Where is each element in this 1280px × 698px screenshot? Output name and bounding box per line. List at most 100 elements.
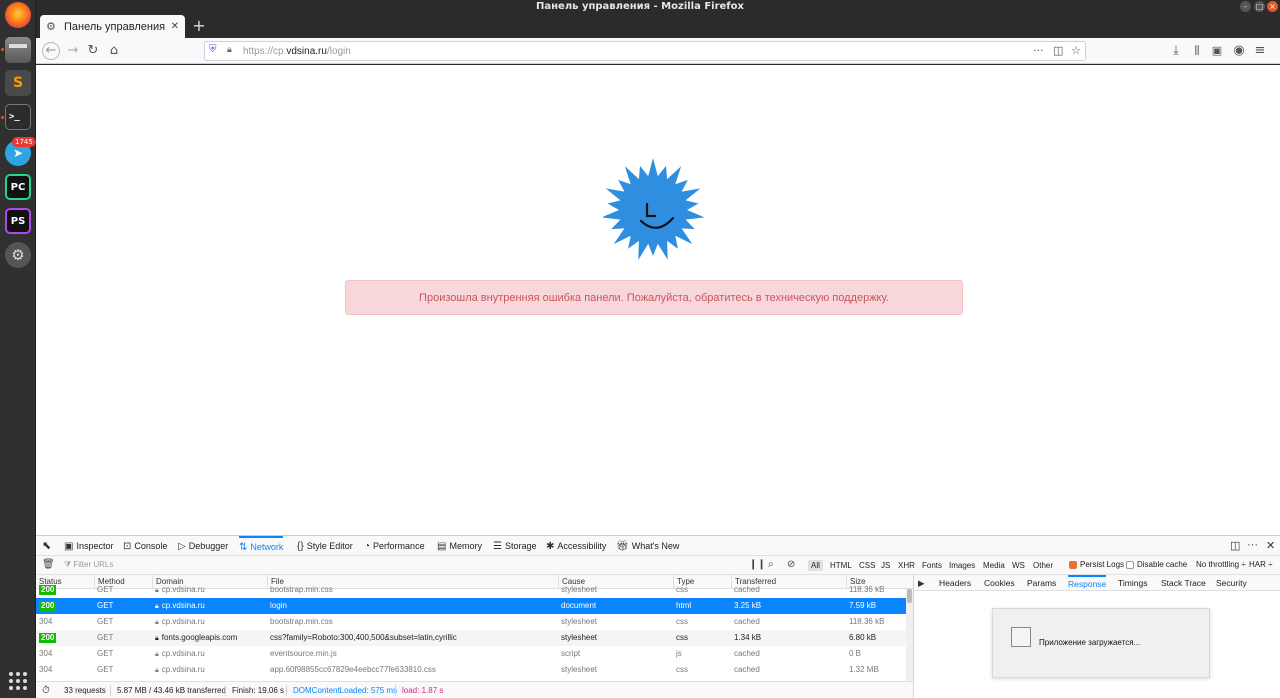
tab-network[interactable]: ⇅ Network xyxy=(239,536,284,556)
lock-icon[interactable]: 🔒︎ xyxy=(227,45,232,55)
search-icon[interactable]: ⌕ xyxy=(768,559,774,570)
table-row[interactable]: 304 GET 🔒︎ cp.vdsina.ru app.60f98855cc67829e… xyxy=(36,662,906,678)
tab-security[interactable]: Security xyxy=(1216,575,1247,591)
filter-all[interactable]: All xyxy=(808,560,823,571)
new-tab-button[interactable]: + xyxy=(190,16,208,36)
toggle-panel-icon[interactable]: ▶ xyxy=(918,575,925,591)
reload-button[interactable]: ↻ xyxy=(84,42,102,60)
page-actions-icon[interactable]: ··· xyxy=(1033,44,1044,57)
tab-timings[interactable]: Timings xyxy=(1118,575,1147,591)
cell-file: eventsource.min.js xyxy=(270,649,337,658)
menu-icon[interactable]: ≡ xyxy=(1251,42,1269,60)
navigation-toolbar: ← → ↻ ⌂ ⛨ 🔒︎ https://cp.vdsina.ru/login … xyxy=(36,38,1280,64)
maximize-button[interactable]: □ xyxy=(1254,1,1265,12)
tab-console[interactable]: ⊡ Console xyxy=(123,536,167,556)
tab-storage[interactable]: ☰ Storage xyxy=(493,536,537,556)
tab-active[interactable]: ⚙ Панель управления ✕ xyxy=(40,15,185,38)
table-row[interactable]: 304 GET 🔒︎ cp.vdsina.ru bootstrap.min.css sty… xyxy=(36,614,906,630)
back-button[interactable]: ← xyxy=(42,42,60,60)
lock-icon: 🔒︎ xyxy=(155,587,159,594)
account-icon[interactable]: ◉ xyxy=(1230,42,1248,60)
library-icon[interactable]: ⫼ xyxy=(1188,42,1206,60)
filter-media[interactable]: Media xyxy=(980,560,1008,571)
filter-ws[interactable]: WS xyxy=(1009,560,1028,571)
url-text[interactable]: https://cp.vdsina.ru/login xyxy=(243,45,351,58)
inspector-icon: ▣ xyxy=(64,541,74,552)
settings-icon[interactable]: ⚙ xyxy=(5,242,31,268)
status-badge: 200 xyxy=(39,633,57,643)
tab-stack-trace[interactable]: Stack Trace xyxy=(1161,575,1206,591)
pycharm-icon[interactable]: PC xyxy=(5,174,31,200)
persist-logs-checkbox[interactable]: Persist Logs xyxy=(1069,560,1124,569)
filter-other[interactable]: Other xyxy=(1030,560,1056,571)
cell-transferred: cached xyxy=(734,585,760,594)
cell-file: css?family=Roboto:300,400,500&subset=lat… xyxy=(270,633,457,642)
url-bar[interactable]: ⛨ 🔒︎ https://cp.vdsina.ru/login ··· ◫ ☆ xyxy=(204,41,1086,61)
filter-js[interactable]: JS xyxy=(878,560,893,571)
status-badge: 200 xyxy=(39,601,57,611)
filter-html[interactable]: HTML xyxy=(827,560,855,571)
network-filter-bar: 🗑︎ ⧩ Filter URLs ❙❙ ⌕ ⊘ All HTML CSS JS … xyxy=(36,556,1280,575)
cell-size: 118.36 kB xyxy=(849,617,885,626)
table-row[interactable]: 200 GET 🔒︎ cp.vdsina.ru bootstrap.min.css sty… xyxy=(36,582,906,598)
tracking-protection-icon[interactable]: ⛨ xyxy=(209,44,217,55)
show-applications-icon[interactable] xyxy=(9,672,27,690)
style-editor-icon: {} xyxy=(297,541,304,552)
cell-transferred: cached xyxy=(734,665,760,674)
filter-images[interactable]: Images xyxy=(946,560,978,571)
tab-accessibility[interactable]: ✱ Accessibility xyxy=(546,536,606,556)
tab-debugger[interactable]: ▷ Debugger xyxy=(178,536,228,556)
tab-memory[interactable]: ▤ Memory xyxy=(437,536,482,556)
lock-icon: 🔒︎ xyxy=(155,603,159,610)
block-icon[interactable]: ⊘ xyxy=(787,559,795,570)
filter-css[interactable]: CSS xyxy=(856,560,878,571)
cell-domain: 🔒︎ cp.vdsina.ru xyxy=(155,665,205,674)
devtools-menu-icon[interactable]: ··· xyxy=(1247,539,1258,551)
dock-side-icon[interactable]: ◫ xyxy=(1230,539,1240,552)
firefox-icon[interactable] xyxy=(5,2,31,28)
pause-icon[interactable]: ❙❙ xyxy=(749,559,766,570)
sidebar-icon[interactable]: ▣ xyxy=(1208,42,1226,60)
scrollbar-thumb[interactable] xyxy=(907,589,912,603)
table-row[interactable]: 200 GET 🔒︎ fonts.googleapis.com css?family=R… xyxy=(36,630,906,646)
filter-xhr[interactable]: XHR xyxy=(895,560,918,571)
window-close-button[interactable]: × xyxy=(1267,1,1278,12)
home-button[interactable]: ⌂ xyxy=(105,42,123,60)
tab-performance[interactable]: ◔ Performance xyxy=(364,536,425,556)
table-row[interactable]: 200 GET 🔒︎ cp.vdsina.ru login document html 3.2… xyxy=(36,598,906,614)
tab-response[interactable]: Response xyxy=(1068,575,1107,591)
tab-whats-new[interactable]: 🎁︎ What's New xyxy=(616,536,679,556)
tab-style-editor[interactable]: {} Style Editor xyxy=(297,536,353,556)
table-row[interactable]: 304 GET 🔒︎ cp.vdsina.ru eventsource.min.js sc… xyxy=(36,646,906,662)
har-menu[interactable]: HAR ÷ xyxy=(1249,560,1273,569)
sublime-text-icon[interactable]: S xyxy=(5,70,31,96)
cell-domain: 🔒︎ fonts.googleapis.com xyxy=(155,633,238,642)
clear-log-icon[interactable]: 🗑︎ xyxy=(42,559,55,570)
forward-button[interactable]: → xyxy=(64,42,82,60)
phpstorm-icon[interactable]: PS xyxy=(5,208,31,234)
files-icon[interactable] xyxy=(5,37,31,63)
stopwatch-icon[interactable]: ⏱ xyxy=(42,682,50,698)
cell-transferred: cached xyxy=(734,649,760,658)
filter-urls-input[interactable]: ⧩ Filter URLs xyxy=(64,560,113,570)
tab-cookies[interactable]: Cookies xyxy=(984,575,1015,591)
tab-inspector[interactable]: ▣ Inspector xyxy=(64,536,113,556)
filter-fonts[interactable]: Fonts xyxy=(919,560,945,571)
bookmark-star-icon[interactable]: ☆ xyxy=(1071,44,1081,57)
lock-icon: 🔒︎ xyxy=(155,635,159,642)
tab-params[interactable]: Params xyxy=(1027,575,1056,591)
terminal-icon[interactable]: >_ xyxy=(5,104,31,130)
downloads-icon[interactable]: ⤓ xyxy=(1167,42,1185,60)
telegram-badge: 1745 xyxy=(12,137,36,147)
pocket-icon[interactable]: ◫ xyxy=(1053,44,1063,57)
table-scrollbar[interactable] xyxy=(906,589,913,681)
throttling-select[interactable]: No throttling ÷ xyxy=(1196,560,1246,569)
loading-text: Приложение загружается... xyxy=(1039,638,1141,647)
element-picker-icon[interactable]: ⬉ xyxy=(42,539,51,552)
separator xyxy=(286,685,287,696)
tab-close-icon[interactable]: ✕ xyxy=(171,21,179,32)
tab-headers[interactable]: Headers xyxy=(939,575,971,591)
minimize-button[interactable]: – xyxy=(1240,1,1251,12)
disable-cache-checkbox[interactable]: Disable cache xyxy=(1126,560,1187,569)
devtools-close-icon[interactable]: ✕ xyxy=(1266,539,1275,552)
